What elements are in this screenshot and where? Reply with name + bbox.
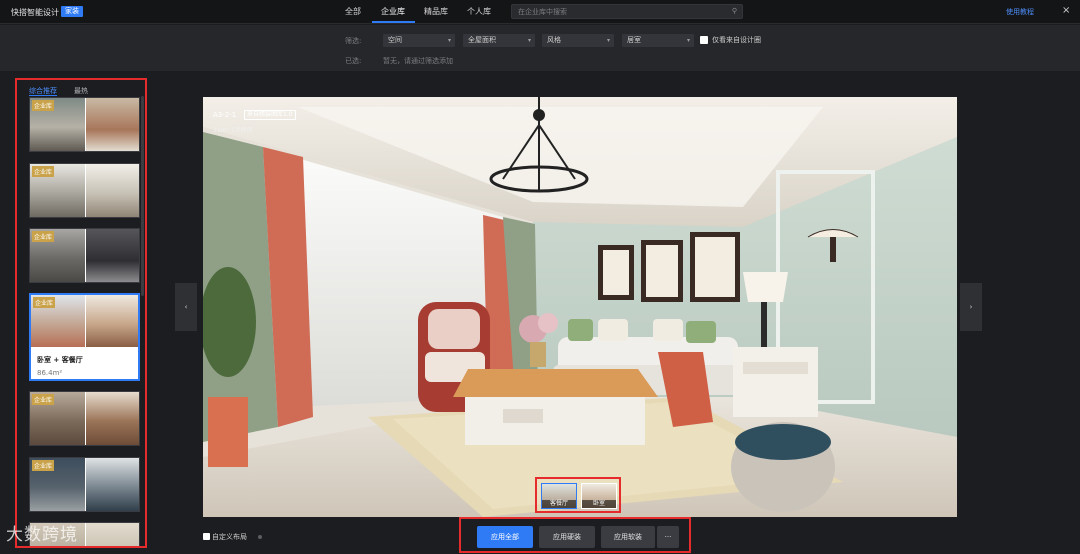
room-thumb-living[interactable]: 客餐厅 [541,483,577,509]
apply-all-button[interactable]: 应用全部 [477,526,533,548]
help-link[interactable]: 使用教程 [1006,7,1034,17]
tab-personal[interactable]: 个人库 [467,6,491,17]
room-label: 客餐厅 [542,500,576,508]
plan-card[interactable]: 企业库 [29,457,140,512]
enterprise-tag: 企业库 [32,100,55,111]
room-switcher: 客餐厅 卧室 [535,477,621,513]
tab-premium[interactable]: 精品库 [424,6,448,17]
search-placeholder: 在企业库中搜索 [518,8,567,16]
plan-area: 86.4m² [37,369,63,377]
plan-card-selected[interactable]: 企业库 卧室 + 客餐厅 86.4m² [29,293,140,381]
list-scrollbar[interactable] [141,96,144,296]
plan-thumbnail [84,458,139,511]
room-thumb-bedroom[interactable]: 卧室 [581,483,617,509]
custom-layout-checkbox[interactable] [203,533,210,540]
filter-area-select[interactable]: 全屋面积 ▾ [463,34,535,47]
plan-source-tag: 来自精装图库1.0 [244,110,296,120]
filter-area-value: 全屋面积 [468,36,496,44]
apply-softfurnish-button[interactable]: 应用软装 [601,526,655,548]
enterprise-tag: 企业库 [32,166,55,177]
filter-style-select[interactable]: 风格 ▾ [542,34,614,47]
prev-arrow[interactable]: ‹ [175,283,197,331]
plan-card[interactable]: 企业库 [29,228,140,283]
design-circle-label: 仅看来自设计圈 [712,36,761,44]
chevron-down-icon: ▾ [686,37,690,44]
selected-hint: 暂无，请通过筛选添加 [383,57,453,65]
plan-card[interactable]: 企业库 [29,163,140,218]
plan-name: 卧室 + 客餐厅 [37,356,83,364]
app-logo: 快搭智能设计 [11,8,59,17]
more-button[interactable]: ··· [657,526,679,548]
active-tab-indicator [372,21,415,23]
enterprise-tag: 企业库 [32,231,55,242]
plan-card[interactable]: 企业库 [29,97,140,152]
enterprise-tag: 企业库 [33,297,56,308]
top-bar: 快搭智能设计 家装 全部 企业库 精品库 个人库 在企业库中搜索 ⚲ 使用教程 … [0,0,1080,24]
chevron-down-icon: ▾ [606,37,610,44]
chevron-down-icon: ▾ [527,37,531,44]
info-dot-icon[interactable] [258,535,262,539]
tab-hottest[interactable]: 最热 [74,86,88,96]
enterprise-tag: 企业库 [32,460,55,471]
plan-card[interactable]: 企业库 [29,391,140,446]
apply-action-bar: 应用全部 应用硬装 应用软装 ··· [459,517,691,553]
selected-label: 已选: [345,57,362,65]
plan-code: A3-2-1 [213,111,237,119]
custom-layout-label: 自定义布局 [212,533,247,541]
search-icon[interactable]: ⚲ [732,7,737,15]
plan-thumbnail [84,164,139,217]
plan-thumbnail [84,98,139,151]
filter-rooms-value: 居室 [627,36,641,44]
plan-thumbnail [84,392,139,445]
plan-thumbnail [84,523,139,546]
living-room-rendering [203,97,957,517]
filter-bar: 筛选: 空间 ▾ 全屋面积 ▾ 风格 ▾ 居室 ▾ 仅看来自设计圈 已选: 暂无… [0,25,1080,71]
watermark-text: 大数跨境 [6,525,78,545]
design-circle-checkbox[interactable] [700,36,708,44]
chevron-down-icon: ▾ [447,37,451,44]
search-input[interactable]: 在企业库中搜索 ⚲ [511,4,743,19]
filter-rooms-select[interactable]: 居室 ▾ [622,34,694,47]
app-badge: 家装 [61,6,83,17]
tab-all[interactable]: 全部 [345,6,361,17]
room-label: 卧室 [582,500,616,508]
next-arrow[interactable]: › [960,283,982,331]
recommended-tab-indicator [29,95,57,96]
close-icon[interactable]: × [1062,5,1070,16]
apply-hardware-button[interactable]: 应用硬装 [539,526,595,548]
filter-label: 筛选: [345,37,362,45]
rendering-viewer[interactable]: A3-2-1 来自精装图库1.0 31m² 1次使用 [203,97,957,517]
filter-space-value: 空间 [388,36,402,44]
tab-enterprise[interactable]: 企业库 [381,6,405,17]
plan-meta: 31m² 1次使用 [213,127,253,134]
enterprise-tag: 企业库 [32,394,55,405]
filter-space-select[interactable]: 空间 ▾ [383,34,455,47]
plan-list-panel: 综合推荐 最热 企业库 企业库 企业库 企业库 卧室 + 客餐厅 86.4m² … [15,78,147,548]
filter-style-value: 风格 [547,36,561,44]
plan-thumbnail [84,229,139,282]
